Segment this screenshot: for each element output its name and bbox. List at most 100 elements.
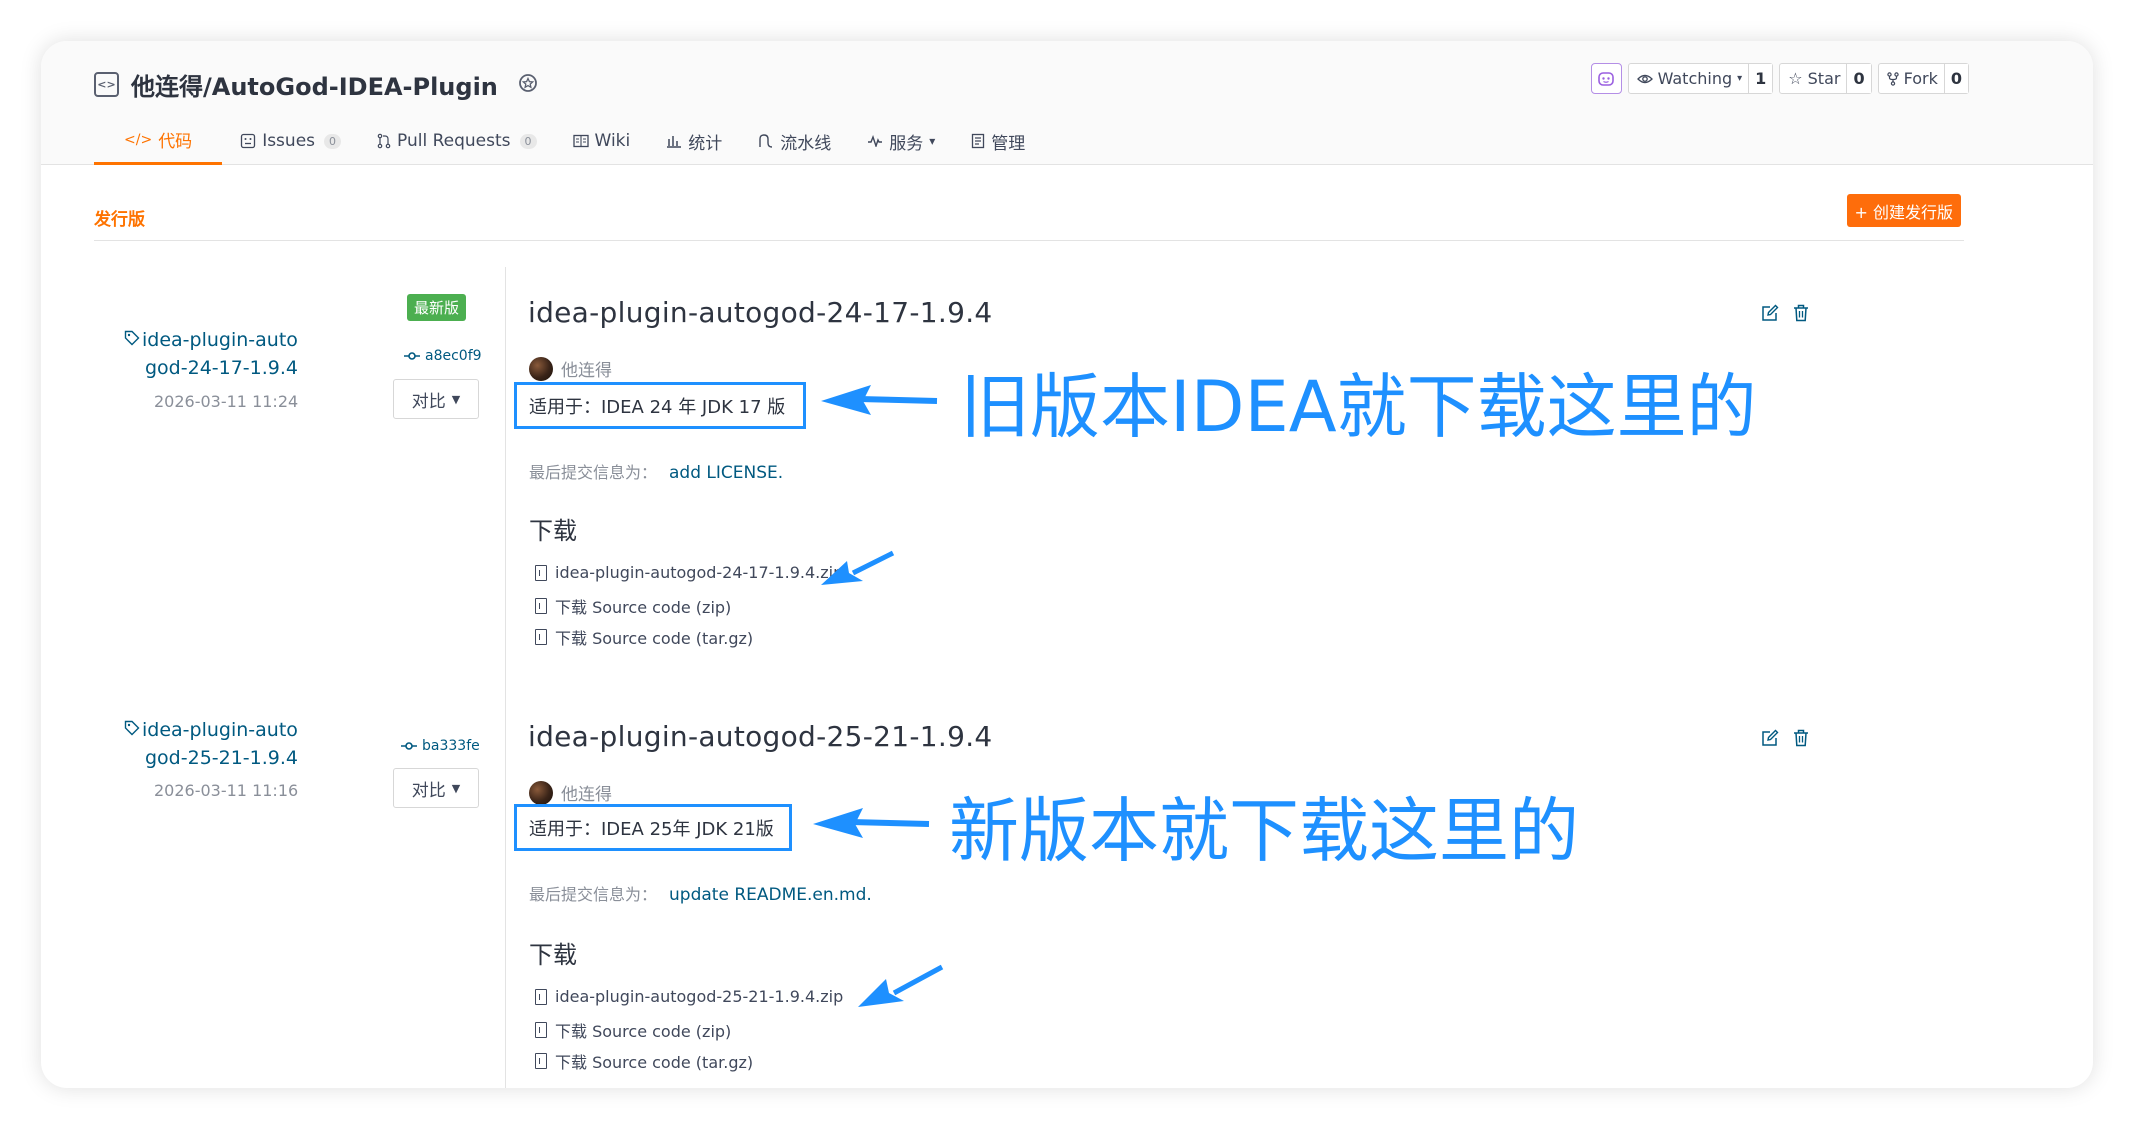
tab-pull-requests[interactable]: Pull Requests 0 <box>359 117 555 165</box>
annotation-text: 新版本就下载这里的 <box>949 790 1579 872</box>
tag-name-line1: idea-plugin-auto <box>142 719 298 741</box>
repo-actions: Watching ▾ 1 ☆ Star 0 Fork 0 <box>1590 63 1969 94</box>
tab-issues[interactable]: Issues 0 <box>222 117 359 165</box>
download-source-targz[interactable]: 下载 Source code (tar.gz) <box>535 1049 753 1073</box>
award-icon <box>518 74 537 92</box>
compare-button[interactable]: 对比 ▼ <box>393 379 479 419</box>
create-release-button[interactable]: + 创建发行版 <box>1846 194 1961 227</box>
trash-icon[interactable] <box>1793 304 1809 322</box>
release-author: 他连得 <box>529 356 612 381</box>
tag-name-line2: god-25-21-1.9.4 <box>145 747 299 769</box>
watch-button[interactable]: Watching ▾ 1 <box>1627 63 1774 94</box>
release-title[interactable]: idea-plugin-autogod-24-17-1.9.4 <box>528 296 993 329</box>
annotation-arrow <box>821 385 938 415</box>
tab-wiki-label: Wiki <box>594 131 631 151</box>
repo-page-card: <> 他连得/AutoGod-IDEA-Plugin Watching ▾ 1 <box>41 41 2093 1088</box>
download-item-label: idea-plugin-autogod-25-21-1.9.4.zip <box>555 987 844 1006</box>
last-commit-link[interactable]: add LICENSE. <box>669 463 783 483</box>
download-source-zip[interactable]: 下载 Source code (zip) <box>535 594 731 618</box>
last-commit-message: 最后提交信息为： update README.en.md. <box>529 881 872 905</box>
author-name[interactable]: 他连得 <box>561 356 612 381</box>
section-title: 发行版 <box>94 210 145 230</box>
star-count[interactable]: 0 <box>1846 64 1871 93</box>
file-icon <box>535 629 547 645</box>
download-item-label: 下载 Source code (tar.gz) <box>555 1053 754 1072</box>
release-description: 适用于：IDEA 24 年 JDK 17 版 <box>514 382 806 429</box>
caret-down-icon: ▼ <box>451 781 461 795</box>
tab-manage[interactable]: 管理 <box>953 117 1043 165</box>
annotation-arrow-small <box>821 550 895 585</box>
gitee-face-icon[interactable] <box>1590 63 1622 94</box>
compare-label: 对比 <box>411 391 446 412</box>
star-button[interactable]: ☆ Star 0 <box>1779 63 1872 94</box>
tab-issues-label: Issues <box>262 131 316 151</box>
tab-code[interactable]: </> 代码 <box>94 117 223 165</box>
tab-manage-label: 管理 <box>991 133 1026 154</box>
last-commit-message: 最后提交信息为： add LICENSE. <box>529 459 783 483</box>
avatar[interactable] <box>529 780 553 805</box>
file-icon <box>535 1053 547 1069</box>
tab-pull-requests-label: Pull Requests <box>397 131 511 151</box>
commit-link[interactable]: ba333fe <box>400 738 480 754</box>
file-icon <box>535 988 547 1005</box>
tab-stats[interactable]: 统计 <box>648 117 740 165</box>
issues-icon <box>241 133 256 149</box>
eye-icon <box>1636 74 1653 83</box>
tag-icon <box>124 330 140 346</box>
download-source-targz[interactable]: 下载 Source code (tar.gz) <box>535 625 753 649</box>
chevron-down-icon: ▾ <box>929 134 936 148</box>
commit-link[interactable]: a8ec0f9 <box>403 348 482 364</box>
download-item-label: 下载 Source code (zip) <box>555 598 732 617</box>
last-commit-label: 最后提交信息为： <box>529 885 658 904</box>
download-zip-asset[interactable]: idea-plugin-autogod-24-17-1.9.4.zip <box>535 563 843 582</box>
pipeline-icon <box>759 134 773 148</box>
code-icon: </> <box>124 131 153 148</box>
release-title[interactable]: idea-plugin-autogod-25-21-1.9.4 <box>528 720 993 753</box>
download-heading: 下载 <box>529 517 577 545</box>
fork-count[interactable]: 0 <box>1943 64 1968 93</box>
file-icon <box>535 564 547 581</box>
pull-request-icon <box>377 133 391 149</box>
repo-header: <> 他连得/AutoGod-IDEA-Plugin Watching ▾ 1 <box>41 41 2093 165</box>
section-divider <box>94 240 1964 241</box>
wiki-icon <box>572 134 589 148</box>
avatar[interactable] <box>529 356 553 381</box>
tab-wiki[interactable]: Wiki <box>555 117 649 165</box>
compare-button[interactable]: 对比 ▼ <box>393 768 479 808</box>
tag-icon <box>124 720 140 736</box>
download-source-zip[interactable]: 下载 Source code (zip) <box>535 1018 731 1042</box>
watch-count[interactable]: 1 <box>1748 64 1773 93</box>
star-label: Star <box>1807 69 1841 88</box>
tab-service[interactable]: 服务 ▾ <box>849 117 953 165</box>
caret-down-icon: ▼ <box>451 392 461 406</box>
code-bracket-icon: <> <box>94 71 119 97</box>
file-icon <box>535 1022 547 1038</box>
file-icon <box>535 598 547 614</box>
release-tag[interactable]: idea-plugin-auto god-24-17-1.9.4 <box>124 326 298 382</box>
tab-pipeline-label: 流水线 <box>780 133 832 154</box>
last-commit-label: 最后提交信息为： <box>529 463 658 482</box>
pull-requests-count-badge: 0 <box>519 133 537 149</box>
author-name[interactable]: 他连得 <box>561 780 612 805</box>
commit-hash: a8ec0f9 <box>425 348 482 364</box>
tab-service-label: 服务 <box>889 133 924 154</box>
edit-icon[interactable] <box>1761 304 1779 322</box>
release-tools <box>1761 304 1809 322</box>
release-tag[interactable]: idea-plugin-auto god-25-21-1.9.4 <box>124 716 298 772</box>
release-date: 2026-03-11 11:16 <box>154 781 299 800</box>
last-commit-link[interactable]: update README.en.md. <box>669 885 872 905</box>
stats-icon <box>667 136 682 148</box>
tag-name-line1: idea-plugin-auto <box>142 329 298 351</box>
edit-icon[interactable] <box>1761 729 1779 747</box>
repo-name[interactable]: 他连得/AutoGod-IDEA-Plugin <box>131 67 498 102</box>
download-zip-asset[interactable]: idea-plugin-autogod-25-21-1.9.4.zip <box>535 987 843 1006</box>
release-description: 适用于：IDEA 25年 JDK 21版 <box>514 804 792 851</box>
tab-pipeline[interactable]: 流水线 <box>740 117 849 165</box>
trash-icon[interactable] <box>1793 729 1809 747</box>
chevron-down-icon: ▾ <box>1737 73 1743 84</box>
annotation-arrow-small <box>858 964 944 1007</box>
fork-icon <box>1886 71 1899 86</box>
service-icon <box>868 135 883 147</box>
release-author: 他连得 <box>529 780 612 805</box>
fork-button[interactable]: Fork 0 <box>1877 63 1969 94</box>
